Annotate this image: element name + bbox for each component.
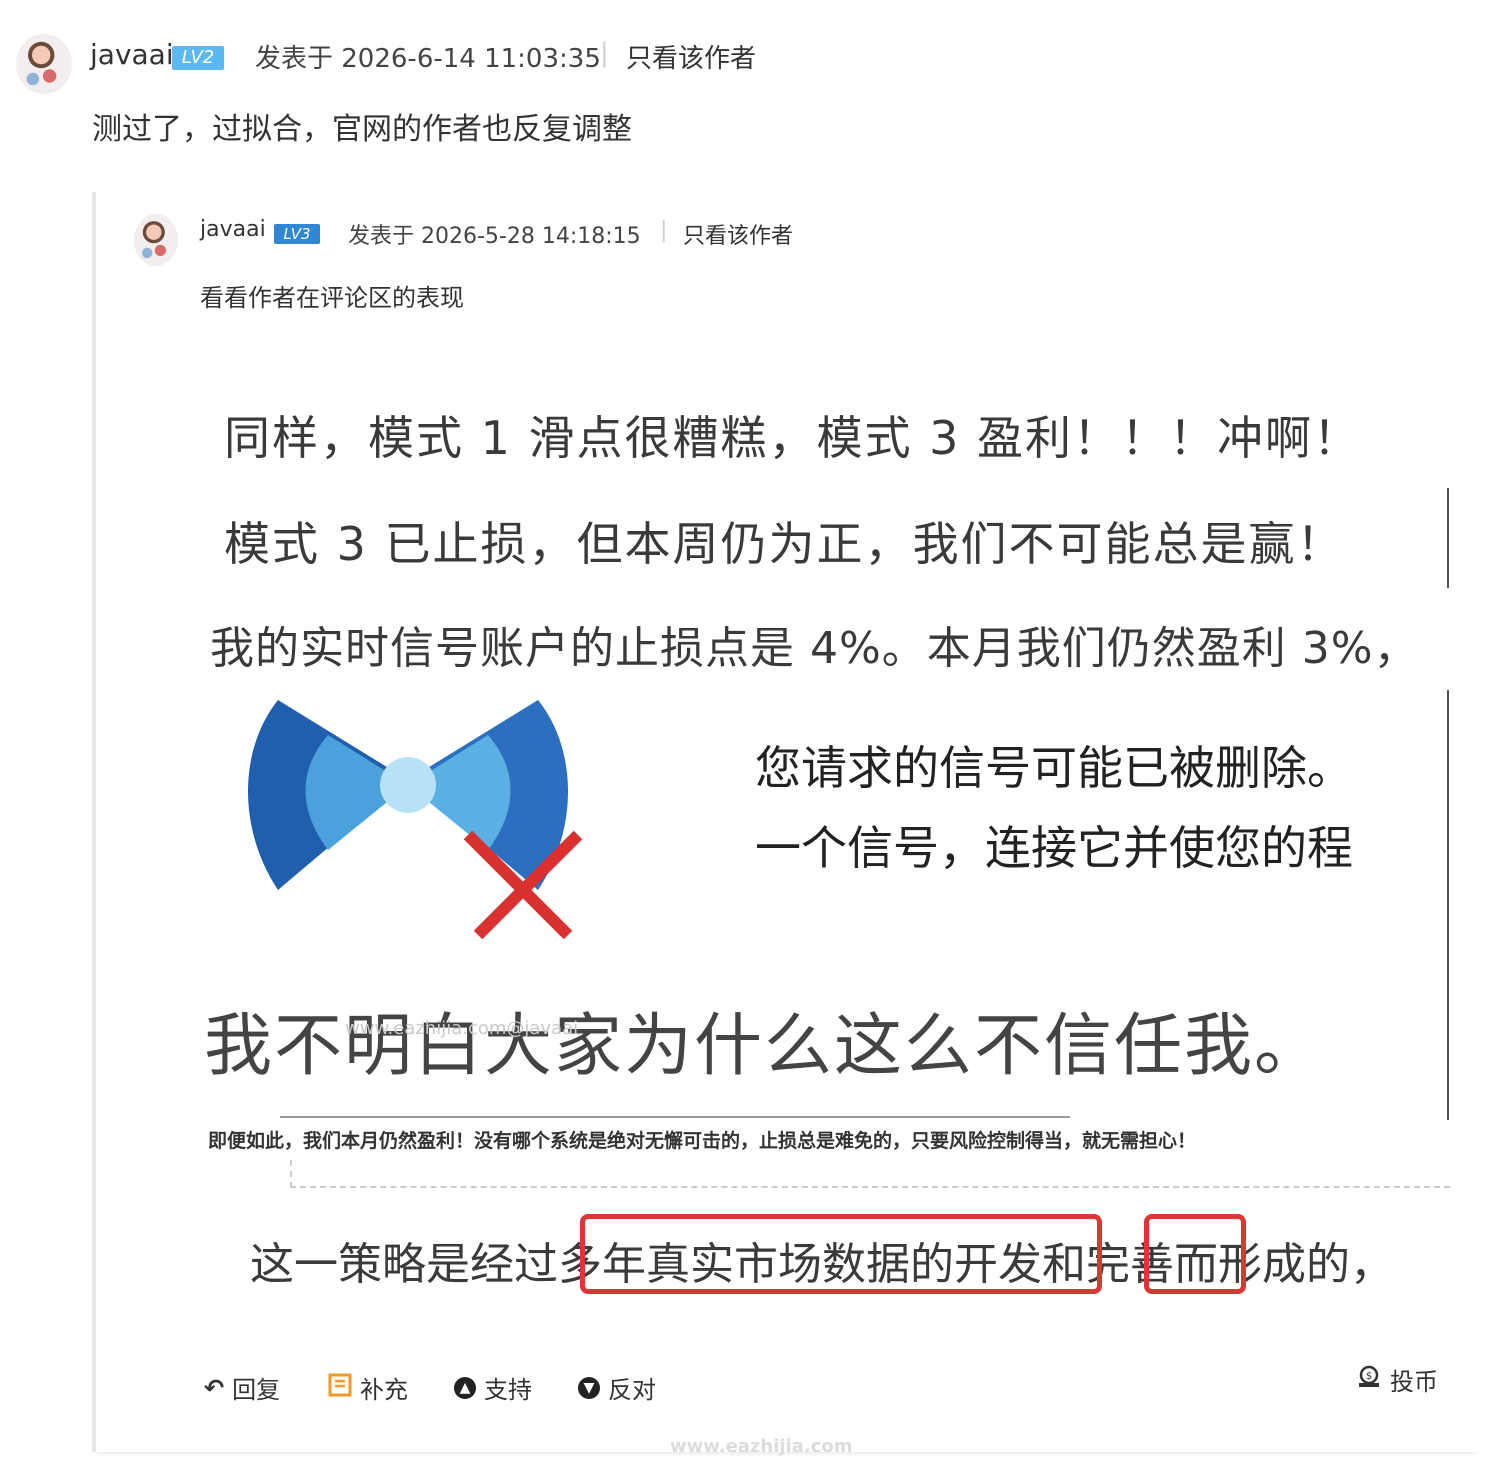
image-line-5: 我不明白大家为什么这么不信任我。 (204, 1007, 1325, 1086)
quoted-body: 看看作者在评论区的表现 (200, 284, 464, 312)
svg-text:$: $ (1366, 1371, 1372, 1382)
oppose-label: 反对 (608, 1376, 656, 1404)
avatar[interactable] (16, 34, 72, 94)
image-divider (1447, 488, 1449, 588)
highlight-box-1 (580, 1214, 1102, 1294)
quoted-only-author-link[interactable]: 只看该作者 (683, 218, 793, 250)
reply-icon: ↶ (204, 1373, 225, 1402)
support-button[interactable]: ▲ 支持 (454, 1370, 532, 1405)
image-dashed-rule (290, 1186, 1450, 1188)
reply-label: 回复 (232, 1376, 281, 1404)
signal-deleted-icon (248, 700, 583, 940)
coin-button[interactable]: $ 投币 (1356, 1362, 1438, 1397)
image-line-6: 即便如此，我们本月仍然盈利！没有哪个系统是绝对无懈可击的，止损总是难免的，只要风… (208, 1130, 1197, 1152)
image-divider-2 (1447, 690, 1449, 1120)
image-dashed-left (290, 1160, 292, 1188)
reply-button[interactable]: ↶ 回复 (204, 1370, 280, 1405)
image-rule (280, 1116, 1070, 1118)
image-line-1: 同样，模式 1 滑点很糟糕，模式 3 盈利！！！冲啊！ (224, 411, 1362, 465)
meta-separator: | (600, 38, 609, 68)
quoted-post-time: 发表于 2026-5-28 14:18:15 (348, 224, 641, 249)
image-line-2: 模式 3 已止损，但本周仍为正，我们不可能总是赢！ (224, 517, 1345, 571)
support-label: 支持 (484, 1376, 532, 1404)
coin-label: 投币 (1390, 1368, 1438, 1396)
supplement-button[interactable]: 补充 (328, 1370, 408, 1405)
quoted-author-name[interactable]: javaai (200, 217, 266, 242)
post-body: 测过了，过拟合，官网的作者也反复调整 (92, 112, 632, 147)
footer-watermark: www.eazhijia.com (670, 1436, 853, 1457)
supplement-icon (328, 1373, 352, 1403)
image-line-4a: 您请求的信号可能已被删除。 (755, 741, 1353, 795)
quoted-avatar[interactable] (134, 214, 178, 266)
embedded-screenshot[interactable]: 同样，模式 1 滑点很糟糕，模式 3 盈利！！！冲啊！ 模式 3 已止损，但本周… (200, 380, 1450, 1300)
quoted-level-badge: LV3 (274, 224, 320, 244)
image-inner-watermark: www.eazhijia.com@javaai (345, 1018, 579, 1039)
post-time: 发表于 2026-6-14 11:03:35 (255, 44, 601, 74)
level-badge: LV2 (172, 46, 224, 70)
oppose-button[interactable]: ▼ 反对 (578, 1370, 656, 1405)
supplement-label: 补充 (360, 1376, 408, 1404)
author-name[interactable]: javaai (90, 38, 174, 71)
image-line-4b: 一个信号，连接它并使您的程 (755, 821, 1353, 875)
only-author-link[interactable]: 只看该作者 (626, 38, 756, 75)
arrow-down-icon: ▼ (578, 1376, 600, 1399)
highlight-box-2 (1144, 1214, 1246, 1294)
coin-icon: $ (1356, 1365, 1382, 1395)
arrow-up-icon: ▲ (454, 1376, 476, 1399)
quoted-meta-separator: | (660, 218, 668, 243)
image-line-3: 我的实时信号账户的止损点是 4%。本月我们仍然盈利 3%， (210, 623, 1419, 674)
